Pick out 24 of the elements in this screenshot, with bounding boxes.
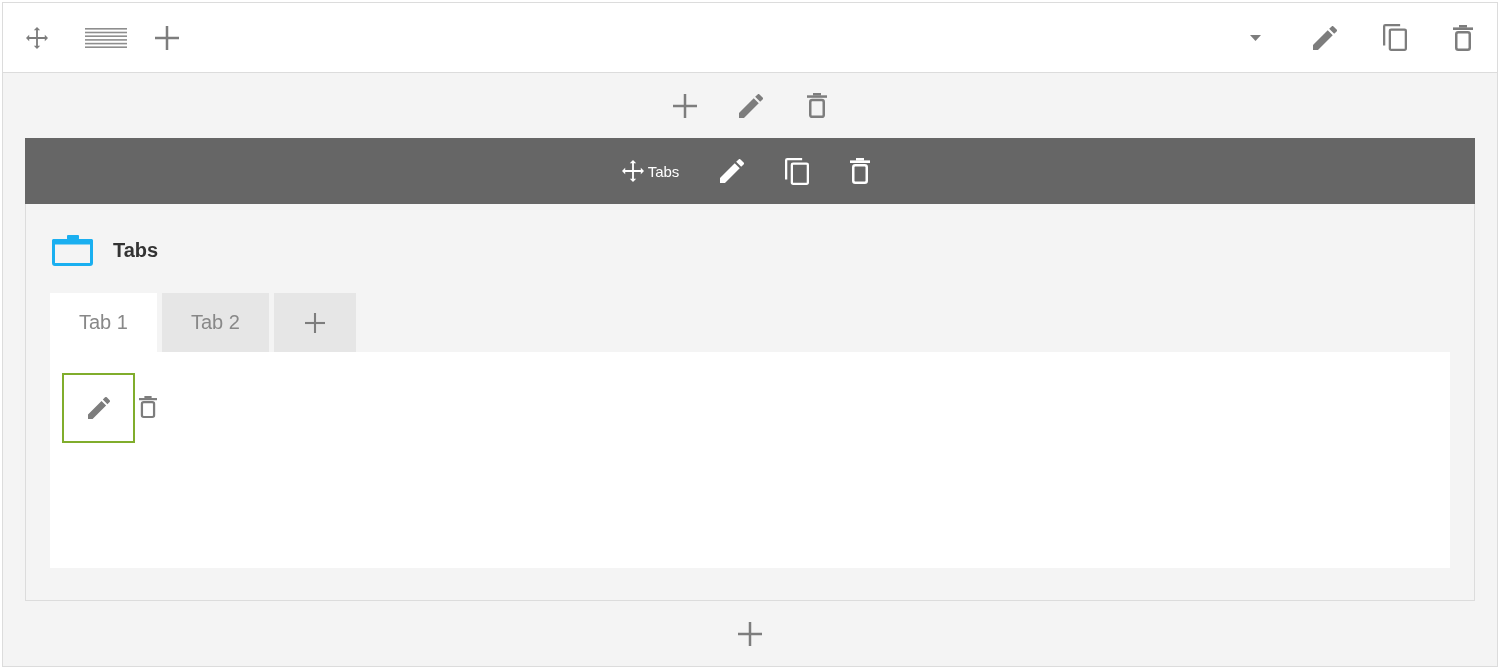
four-way-arrow-icon: [621, 160, 644, 182]
tab[interactable]: Tab 1: [50, 293, 157, 352]
pencil-icon[interactable]: [739, 93, 763, 118]
trash-icon[interactable]: [850, 158, 871, 184]
tab[interactable]: Tab 2: [161, 293, 269, 352]
trash-icon[interactable]: [139, 396, 157, 418]
plus-icon[interactable]: [155, 25, 179, 50]
pencil-icon[interactable]: [720, 159, 745, 183]
pencil-icon: [87, 397, 110, 419]
plus-icon: [304, 312, 325, 333]
copy-icon[interactable]: [1383, 24, 1407, 51]
caret-icon[interactable]: [1250, 34, 1261, 41]
pencil-icon[interactable]: [1313, 25, 1337, 50]
trash-icon[interactable]: [807, 93, 827, 118]
folder-icon: [52, 235, 93, 266]
lines-icon[interactable]: [85, 27, 127, 48]
plus-icon[interactable]: [738, 621, 762, 646]
move-handle[interactable]: Tabs: [621, 160, 680, 182]
four-way-arrow-icon[interactable]: [26, 26, 48, 49]
copy-icon[interactable]: [785, 157, 810, 185]
module-title: Tabs: [113, 239, 159, 262]
trash-icon[interactable]: [1453, 24, 1473, 51]
edit-button[interactable]: [62, 373, 135, 443]
plus-icon[interactable]: [673, 93, 697, 118]
